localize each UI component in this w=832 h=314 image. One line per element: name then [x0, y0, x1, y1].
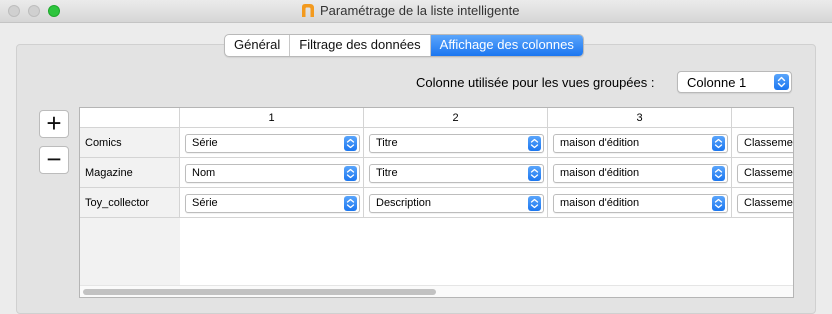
select-stepper-icon: [712, 166, 725, 181]
app-icon: [302, 4, 314, 17]
select-value: Titre: [376, 167, 398, 179]
table-cell: Série: [180, 188, 364, 218]
select-value: Classemen: [744, 137, 794, 149]
select-stepper-icon: [344, 196, 357, 211]
table-cell: maison d'édition: [548, 128, 732, 158]
select-value: Titre: [376, 137, 398, 149]
zoom-window-button[interactable]: [48, 5, 60, 17]
minimize-window-button[interactable]: [28, 5, 40, 17]
select-value: maison d'édition: [560, 167, 640, 179]
columns-grid: 1 2 3 Comics Série Titre maison d'éditio…: [79, 107, 794, 298]
scrollbar-thumb[interactable]: [83, 289, 436, 295]
table-cell: Classemen: [732, 158, 794, 188]
horizontal-scrollbar[interactable]: [80, 285, 793, 297]
column-header-1: 1: [180, 108, 364, 128]
column-field-select[interactable]: Classemen: [737, 164, 794, 183]
select-value: Nom: [192, 167, 216, 179]
select-stepper-icon: [344, 136, 357, 151]
close-window-button[interactable]: [8, 5, 20, 17]
column-header-4: [732, 108, 793, 128]
tab-column-display[interactable]: Affichage des colonnes: [430, 35, 583, 56]
column-field-select[interactable]: maison d'édition: [553, 164, 728, 183]
add-row-button[interactable]: +: [39, 110, 69, 138]
corner-header: [80, 108, 180, 128]
table-cell: Classemen: [732, 128, 794, 158]
select-stepper-icon: [528, 166, 541, 181]
table-cell: Série: [180, 128, 364, 158]
column-field-select[interactable]: Série: [185, 194, 360, 213]
select-stepper-icon: [528, 196, 541, 211]
column-header-2: 2: [364, 108, 548, 128]
column-field-select[interactable]: Titre: [369, 164, 544, 183]
row-name: Comics: [80, 128, 180, 158]
select-value: Série: [192, 197, 218, 209]
column-field-select[interactable]: Description: [369, 194, 544, 213]
tab-general[interactable]: Général: [225, 35, 291, 56]
column-field-select[interactable]: maison d'édition: [553, 194, 728, 213]
select-stepper-icon: [712, 196, 725, 211]
grouping-column-value: Colonne 1: [687, 75, 747, 90]
select-value: maison d'édition: [560, 137, 640, 149]
column-field-select[interactable]: Série: [185, 134, 360, 153]
row-name: Magazine: [80, 158, 180, 188]
select-stepper-icon: [528, 136, 541, 151]
row-name: Toy_collector: [80, 188, 180, 218]
column-field-select[interactable]: Classemen: [737, 194, 794, 213]
column-field-select[interactable]: Titre: [369, 134, 544, 153]
title-bar: Paramétrage de la liste intelligente: [0, 0, 832, 23]
table-cell: maison d'édition: [548, 188, 732, 218]
select-value: Description: [376, 197, 432, 209]
tab-bar: Général Filtrage des données Affichage d…: [224, 34, 584, 57]
select-value: Classemen: [744, 167, 794, 179]
column-field-select[interactable]: Classemen: [737, 134, 794, 153]
grouping-column-select[interactable]: Colonne 1: [677, 71, 792, 93]
table-cell: Description: [364, 188, 548, 218]
tab-data-filtering[interactable]: Filtrage des données: [290, 35, 431, 56]
select-value: Série: [192, 137, 218, 149]
column-field-select[interactable]: Nom: [185, 164, 360, 183]
remove-row-button[interactable]: −: [39, 146, 69, 174]
table-cell: Nom: [180, 158, 364, 188]
select-stepper-icon: [712, 136, 725, 151]
table-cell: Titre: [364, 128, 548, 158]
column-field-select[interactable]: maison d'édition: [553, 134, 728, 153]
table-cell: maison d'édition: [548, 158, 732, 188]
grouping-column-label: Colonne utilisée pour les vues groupées …: [416, 75, 655, 90]
window-title: Paramétrage de la liste intelligente: [320, 3, 520, 18]
select-stepper-icon: [344, 166, 357, 181]
table-cell: Classemen: [732, 188, 794, 218]
select-value: maison d'édition: [560, 197, 640, 209]
select-stepper-icon: [774, 74, 789, 90]
table-cell: Titre: [364, 158, 548, 188]
select-value: Classemen: [744, 197, 794, 209]
column-header-3: 3: [548, 108, 732, 128]
